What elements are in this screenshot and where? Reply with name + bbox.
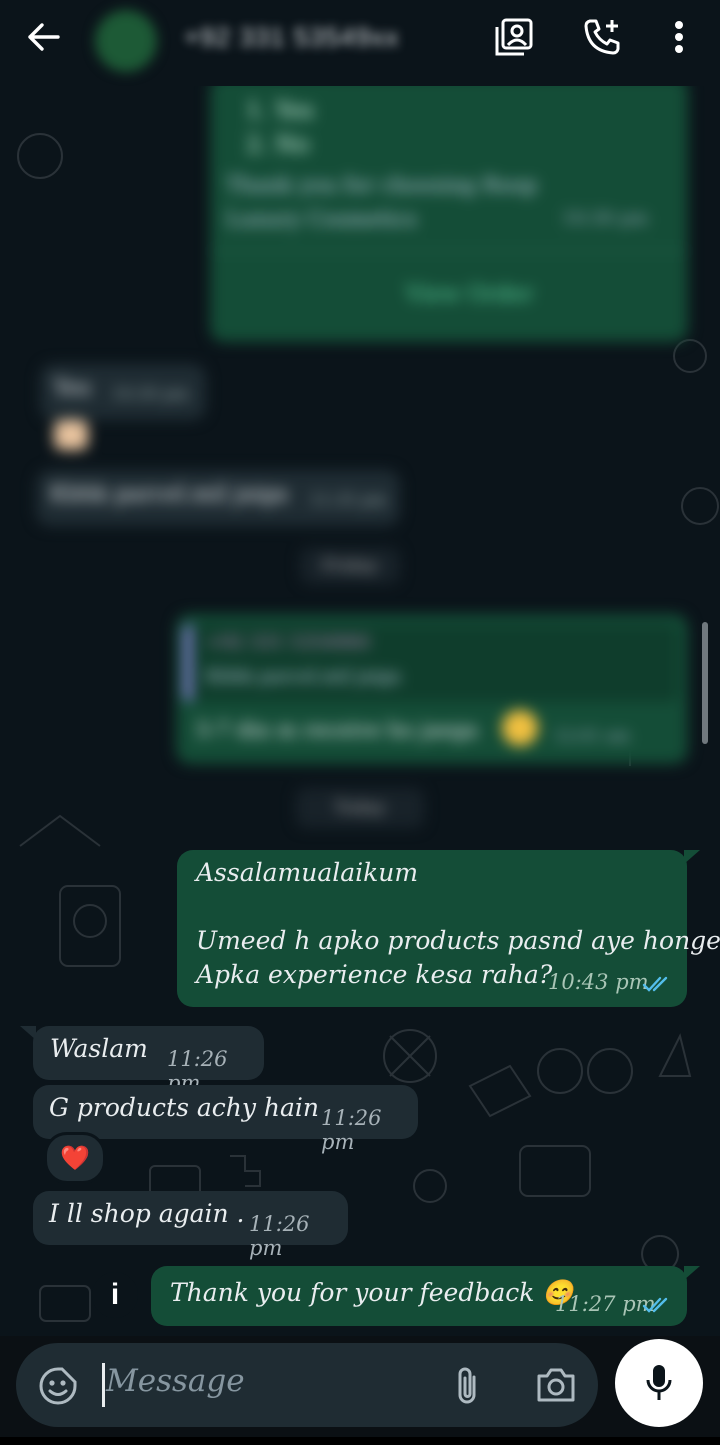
arrow-left-icon bbox=[28, 23, 60, 51]
message-text: G products achy hain bbox=[49, 1093, 320, 1122]
reaction-badge[interactable]: ❤️ bbox=[44, 1132, 106, 1184]
add-call-icon bbox=[584, 19, 620, 55]
quote-reply: 5-7 din m receive ho jaega bbox=[196, 718, 479, 742]
thanks-text: Thank you for choosing Roop Luxury Cosme… bbox=[226, 173, 538, 231]
camera-button[interactable] bbox=[535, 1367, 577, 1407]
message-input[interactable]: Message bbox=[106, 1363, 245, 1399]
heart-reaction: ❤️ bbox=[60, 1144, 90, 1172]
date-chip-friday: Friday bbox=[300, 548, 400, 584]
chat-area[interactable]: 1. Yes 2. No Thank you for choosing Roop… bbox=[0, 86, 720, 1336]
nav-bar bbox=[0, 1437, 720, 1445]
back-button[interactable] bbox=[21, 14, 67, 60]
camera-icon bbox=[537, 1368, 575, 1402]
bubble-tail bbox=[684, 850, 700, 864]
contact-name[interactable]: +92 331 53549xx bbox=[184, 22, 399, 53]
message-incoming[interactable]: I ll shop again . 11:26 pm bbox=[33, 1191, 348, 1260]
contact-card-icon bbox=[495, 18, 533, 56]
more-options-button[interactable] bbox=[656, 14, 702, 60]
reply-parcel-time: 11:35 pm bbox=[310, 490, 387, 509]
blurred-history: 1. Yes 2. No Thank you for choosing Roop… bbox=[0, 86, 720, 831]
emoji-button[interactable] bbox=[38, 1366, 78, 1410]
info-button[interactable]: i bbox=[92, 1272, 138, 1318]
reply-yes-time: 10:30 pm bbox=[112, 384, 189, 403]
message-composer[interactable]: Message bbox=[16, 1343, 598, 1427]
microphone-icon bbox=[646, 1365, 672, 1400]
message-time: 11:26 pm bbox=[321, 1106, 382, 1154]
hand-emoji bbox=[54, 420, 88, 450]
message-line: Umeed h apko products pasnd aye honge. bbox=[196, 926, 720, 955]
scrollbar[interactable] bbox=[702, 622, 708, 744]
read-receipt-icon bbox=[642, 1297, 668, 1313]
smile-emoji bbox=[502, 710, 538, 746]
info-icon: i bbox=[110, 1278, 120, 1311]
paperclip-icon bbox=[458, 1367, 476, 1404]
chat-header: +92 331 53549xx bbox=[0, 0, 720, 86]
message-time: 11:26 pm bbox=[249, 1212, 310, 1260]
more-vert-icon bbox=[675, 21, 683, 53]
message-incoming[interactable]: G products achy hain 11:26 pm bbox=[33, 1085, 418, 1154]
view-order-button[interactable]: View Order bbox=[406, 282, 534, 307]
thanks-time: 10:30 pm bbox=[562, 208, 649, 229]
quote-time: 12:01 am bbox=[554, 726, 630, 745]
message-text: Waslam bbox=[50, 1034, 148, 1063]
quote-sender: +92 331 5354960 bbox=[206, 632, 370, 653]
quote-text: Kbhk parcel.mil jaiga bbox=[206, 666, 401, 687]
voice-message-button[interactable] bbox=[615, 1339, 703, 1427]
message-line: Assalamualaikum bbox=[196, 858, 419, 887]
bubble-tail bbox=[684, 1266, 700, 1280]
attach-button[interactable] bbox=[452, 1365, 482, 1411]
message-text: Thank you for your feedback 😊 bbox=[170, 1278, 574, 1307]
reply-parcel: Kbhk parcel.mil jaiga bbox=[50, 482, 289, 507]
message-line: Apka experience kesa raha? bbox=[196, 960, 553, 989]
option-yes: 1. Yes bbox=[246, 98, 314, 124]
message-time: 10:43 pm bbox=[548, 970, 649, 994]
option-no: 2. No bbox=[246, 132, 310, 158]
message-incoming[interactable]: Waslam 11:26 pm bbox=[33, 1026, 264, 1095]
sticker-icon bbox=[39, 1367, 77, 1405]
message-text: I ll shop again . bbox=[49, 1199, 245, 1228]
call-button[interactable] bbox=[579, 14, 625, 60]
reply-yes: Yes bbox=[54, 376, 91, 401]
contact-card-button[interactable] bbox=[491, 14, 537, 60]
read-receipt-icon bbox=[642, 976, 668, 992]
date-chip-today: Today bbox=[296, 788, 424, 828]
message-outgoing[interactable]: Assalamualaikum Umeed h apko products pa… bbox=[177, 850, 720, 1007]
avatar[interactable] bbox=[95, 10, 157, 72]
text-cursor bbox=[102, 1363, 105, 1407]
message-time: 11:27 pm bbox=[555, 1292, 656, 1316]
message-outgoing[interactable]: Thank you for your feedback 😊 11:27 pm bbox=[151, 1266, 687, 1326]
